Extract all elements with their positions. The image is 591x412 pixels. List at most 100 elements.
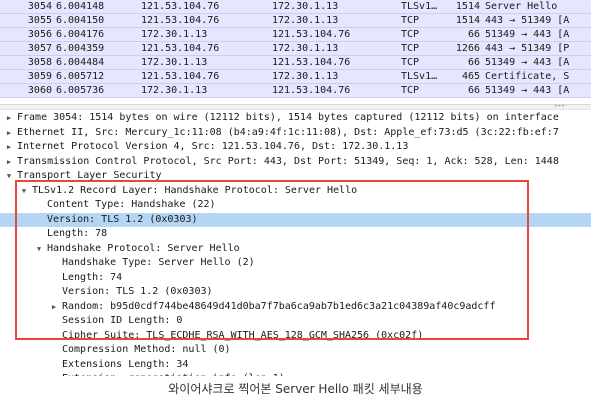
packet-number: 3059: [27, 71, 52, 82]
collapsed-triangle-icon[interactable]: ▶: [49, 300, 59, 314]
packet-length: 66: [467, 29, 480, 40]
tree-row-label: Extensions Length: 34: [62, 358, 189, 370]
packet-time: 6.005712: [56, 71, 105, 82]
packet-row[interactable]: 3056 6.004176 172.30.1.13 121.53.104.76 TCP 6…: [0, 28, 591, 42]
packet-length: 66: [467, 57, 480, 68]
length-row[interactable]: Length: 78: [0, 227, 591, 241]
packet-protocol: TCP: [401, 15, 420, 26]
packet-destination: 172.30.1.13: [272, 71, 339, 82]
packet-source: 172.30.1.13: [141, 85, 208, 96]
packet-length: 465: [461, 71, 480, 82]
packet-source: 121.53.104.76: [141, 43, 220, 54]
collapsed-triangle-icon[interactable]: ▶: [4, 140, 14, 154]
packet-info: Server Hello: [485, 1, 558, 12]
packet-source: 121.53.104.76: [141, 15, 220, 26]
handshake-protocol-row[interactable]: ▼ Handshake Protocol: Server Hello: [0, 242, 591, 256]
expanded-triangle-icon[interactable]: ▼: [34, 242, 44, 256]
tree-row-label: Compression Method: null (0): [62, 344, 231, 355]
tree-row-label: Internet Protocol Version 4, Src: 121.53…: [17, 141, 409, 152]
packet-info: 443 → 51349 [P: [485, 43, 570, 54]
tree-row-label: Random: b95d0cdf744be48649d41d0ba7f7ba6c…: [62, 300, 496, 312]
packet-protocol: TCP: [401, 57, 420, 68]
packet-row[interactable]: 3058 6.004484 172.30.1.13 121.53.104.76 TCP 6…: [0, 56, 591, 70]
content-type-row[interactable]: Content Type: Handshake (22): [0, 198, 591, 212]
expanded-triangle-icon[interactable]: ▼: [4, 169, 14, 183]
packet-protocol: TLSv1…: [401, 1, 438, 12]
packet-info: 51349 → 443 [A: [485, 57, 570, 68]
packet-time: 6.005736: [56, 85, 105, 96]
packet-source: 121.53.104.76: [141, 71, 220, 82]
packet-protocol: TCP: [401, 85, 420, 96]
tree-row-label: Version: TLS 1.2 (0x0303): [62, 286, 213, 297]
packet-list: 3054 6.004148 121.53.104.76 172.30.1.13 TLSv…: [0, 0, 591, 103]
packet-time: 6.004148: [56, 1, 105, 12]
tree-row-label: Length: 78: [47, 228, 108, 239]
pane-divider[interactable]: •••: [0, 104, 591, 110]
tree-row-label: Frame 3054: 1514 bytes on wire (12112 bi…: [17, 112, 559, 123]
packet-destination: 121.53.104.76: [272, 29, 351, 40]
session-id-length-row[interactable]: Session ID Length: 0: [0, 314, 591, 328]
packet-destination: 172.30.1.13: [272, 15, 339, 26]
caption: 와이어샤크로 찍어본 Server Hello 패킷 세부내용: [168, 382, 423, 396]
packet-number: 3058: [27, 57, 52, 68]
packet-info: 51349 → 443 [A: [485, 29, 570, 40]
packet-length: 66: [467, 85, 480, 96]
extension-row[interactable]: ▶Extension: renegotiation_info (len=1): [0, 372, 591, 376]
packet-destination: 172.30.1.13: [272, 1, 339, 12]
collapsed-triangle-icon[interactable]: ▶: [4, 111, 14, 125]
packet-protocol: TCP: [401, 43, 420, 54]
tree-row-label: TLSv1.2 Record Layer: Handshake Protocol…: [32, 184, 358, 196]
handshake-length-row[interactable]: Length: 74: [0, 271, 591, 285]
tree-row-label: Extension: renegotiation_info (len=1): [62, 372, 285, 376]
packet-time: 6.004176: [56, 29, 105, 40]
packet-row[interactable]: 3057 6.004359 121.53.104.76 172.30.1.13 TCP 1…: [0, 42, 591, 56]
tree-row-label: Length: 74: [62, 271, 123, 283]
packet-row[interactable]: 3055 6.004150 121.53.104.76 172.30.1.13 TCP 1…: [0, 14, 591, 28]
divider-handle-icon[interactable]: •••: [554, 104, 565, 110]
tree-row-label: Transport Layer Security: [17, 170, 162, 181]
record-layer-row[interactable]: ▼ TLSv1.2 Record Layer: Handshake Protoco…: [0, 184, 591, 198]
frame-row[interactable]: ▶ Frame 3054: 1514 bytes on wire (12112 b…: [0, 111, 591, 125]
cipher-suite-row[interactable]: Cipher Suite: TLS_ECDHE_RSA_WITH_AES_128…: [0, 329, 591, 343]
packet-destination: 121.53.104.76: [272, 85, 351, 96]
tree-row-label: Session ID Length: 0: [62, 315, 183, 326]
extensions-length-row[interactable]: Extensions Length: 34: [0, 358, 591, 372]
packet-time: 6.004150: [56, 15, 105, 26]
packet-length: 1514: [455, 15, 480, 26]
expanded-triangle-icon[interactable]: ▼: [19, 184, 29, 198]
collapsed-triangle-icon[interactable]: ▶: [4, 126, 14, 140]
ethernet-row[interactable]: ▶ Ethernet II, Src: Mercury_1c:11:08 (b4:…: [0, 126, 591, 140]
collapsed-triangle-icon[interactable]: ▶: [4, 155, 14, 169]
packet-length: 1266: [455, 43, 480, 54]
tree-row-label: Version: TLS 1.2 (0x0303): [47, 213, 198, 225]
tree-row-label: Content Type: Handshake (22): [47, 199, 216, 210]
ip-row[interactable]: ▶ Internet Protocol Version 4, Src: 121.5…: [0, 140, 591, 154]
packet-destination: 121.53.104.76: [272, 57, 351, 68]
tree-row-label: Handshake Type: Server Hello (2): [62, 257, 255, 268]
tree-row-label: Handshake Protocol: Server Hello: [47, 242, 240, 254]
packet-source: 172.30.1.13: [141, 57, 208, 68]
handshake-type-row[interactable]: Handshake Type: Server Hello (2): [0, 256, 591, 270]
version-row[interactable]: Version: TLS 1.2 (0x0303): [0, 212, 591, 227]
packet-info: 51349 → 443 [A: [485, 85, 570, 96]
tcp-row[interactable]: ▶ Transmission Control Protocol, Src Port…: [0, 155, 591, 169]
tls-row[interactable]: ▼ Transport Layer Security: [0, 169, 591, 183]
tree-row-label: Transmission Control Protocol, Src Port:…: [17, 155, 559, 167]
packet-length: 1514: [455, 1, 480, 12]
packet-source: 121.53.104.76: [141, 1, 220, 12]
compression-method-row[interactable]: Compression Method: null (0): [0, 343, 591, 357]
handshake-version-row[interactable]: Version: TLS 1.2 (0x0303): [0, 285, 591, 299]
packet-time: 6.004484: [56, 57, 105, 68]
packet-row[interactable]: 3059 6.005712 121.53.104.76 172.30.1.13 TLSv…: [0, 70, 591, 84]
packet-info: Certificate, S: [485, 71, 570, 82]
random-row[interactable]: ▶ Random: b95d0cdf744be48649d41d0ba7f7ba6…: [0, 300, 591, 314]
packet-details-pane: ▶ Frame 3054: 1514 bytes on wire (12112 b…: [0, 111, 591, 376]
collapsed-triangle-icon[interactable]: ▶: [49, 372, 59, 376]
packet-info: 443 → 51349 [A: [485, 15, 570, 26]
packet-number: 3055: [27, 15, 52, 26]
tree-row-label: Cipher Suite: TLS_ECDHE_RSA_WITH_AES_128…: [62, 329, 424, 341]
packet-row[interactable]: 3060 6.005736 172.30.1.13 121.53.104.76 TCP 6…: [0, 84, 591, 98]
packet-number: 3054: [27, 1, 52, 12]
packet-number: 3056: [27, 29, 52, 40]
packet-row[interactable]: 3054 6.004148 121.53.104.76 172.30.1.13 TLSv…: [0, 0, 591, 14]
